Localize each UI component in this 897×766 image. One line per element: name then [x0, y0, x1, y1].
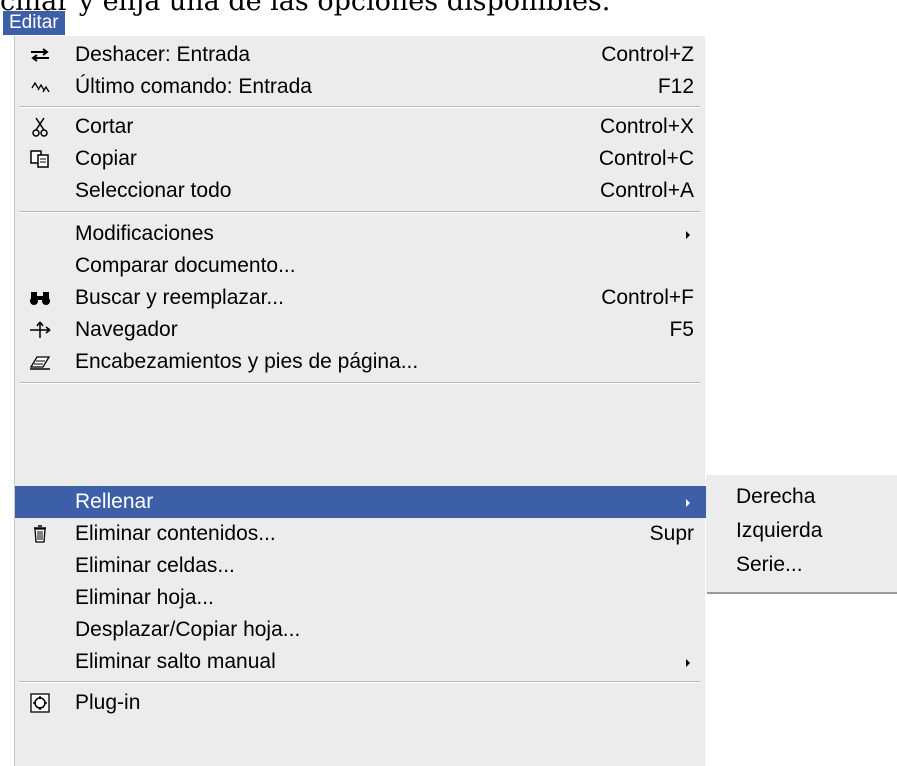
menu-item-copy[interactable]: Copiar Control+C	[15, 143, 706, 175]
menu-item-label: Deshacer: Entrada	[75, 43, 251, 66]
menu-item-undo[interactable]: Deshacer: Entrada Control+Z	[15, 39, 706, 71]
menu-title-editar[interactable]: Editar	[3, 11, 65, 35]
menu-item-select-all[interactable]: Seleccionar todo Control+A	[15, 175, 706, 207]
menu-item-delete-manual-break[interactable]: Eliminar salto manual	[15, 646, 706, 678]
header-footer-icon	[25, 346, 55, 378]
menu-item-shortcut: Supr	[649, 522, 694, 545]
submenu-arrow-icon	[686, 499, 690, 507]
menu-item-plugin[interactable]: Plug-in	[15, 687, 706, 719]
menu-item-move-copy-sheet[interactable]: Desplazar/Copiar hoja...	[15, 614, 706, 646]
menu-item-label: Eliminar hoja...	[75, 586, 214, 609]
plugin-icon	[25, 687, 55, 719]
binoculars-icon	[25, 282, 55, 314]
menu-item-shortcut: F12	[657, 75, 694, 98]
menu-item-label: Comparar documento...	[75, 254, 296, 277]
submenu-arrow-icon	[686, 659, 690, 667]
menu-item-label: Encabezamientos y pies de página...	[75, 350, 419, 373]
menu-separator	[19, 681, 700, 683]
menu-item-shortcut: F5	[669, 318, 694, 341]
menu-item-label: Navegador	[75, 318, 178, 341]
menu-item-shortcut: Control+X	[600, 115, 694, 138]
menu-item-label: Modificaciones	[75, 222, 214, 245]
menu-item-shortcut: Control+Z	[601, 43, 694, 66]
submenu-item-right[interactable]: Derecha	[736, 481, 815, 513]
menu-item-label: Rellenar	[75, 490, 154, 513]
menu-item-compare-document[interactable]: Comparar documento...	[15, 250, 706, 282]
menu-item-navigator[interactable]: Navegador F5	[15, 314, 706, 346]
menu-item-delete-contents[interactable]: Eliminar contenidos... Supr	[15, 518, 706, 550]
menu-item-shortcut: Control+F	[601, 286, 694, 309]
trash-icon	[25, 518, 55, 550]
fill-submenu: Derecha Izquierda Serie...	[706, 475, 897, 592]
menu-item-label: Buscar y reemplazar...	[75, 286, 284, 309]
submenu-item-series[interactable]: Serie...	[736, 549, 803, 581]
submenu-item-left[interactable]: Izquierda	[736, 515, 822, 547]
menu-item-delete-cells[interactable]: Eliminar celdas...	[15, 550, 706, 582]
menu-item-label: Eliminar celdas...	[75, 554, 235, 577]
document-text: cinar y elija una de las opciones dispon…	[0, 0, 611, 17]
navigator-icon	[25, 314, 55, 346]
submenu-arrow-icon	[686, 231, 690, 239]
copy-icon	[25, 143, 55, 175]
menu-item-label: Desplazar/Copiar hoja...	[75, 618, 301, 641]
edit-menu: Deshacer: Entrada Control+Z Último coman…	[14, 36, 706, 766]
menu-item-modifications[interactable]: Modificaciones	[15, 218, 706, 250]
menu-item-fill[interactable]: Rellenar	[15, 486, 706, 518]
repeat-icon	[25, 71, 55, 103]
menu-item-label: Eliminar contenidos...	[75, 522, 276, 545]
menu-item-cut[interactable]: Cortar Control+X	[15, 111, 706, 143]
menu-separator	[19, 382, 700, 384]
undo-icon	[25, 39, 55, 71]
menu-item-delete-sheet[interactable]: Eliminar hoja...	[15, 582, 706, 614]
menu-item-label: Seleccionar todo	[75, 179, 232, 202]
menu-item-shortcut: Control+A	[600, 179, 694, 202]
menu-item-find-replace[interactable]: Buscar y reemplazar... Control+F	[15, 282, 706, 314]
menu-item-last-command[interactable]: Último comando: Entrada F12	[15, 71, 706, 103]
menu-separator	[19, 106, 700, 108]
menu-item-label: Eliminar salto manual	[75, 650, 276, 673]
scissors-icon	[25, 111, 55, 143]
menu-item-shortcut: Control+C	[598, 147, 694, 170]
menu-item-headers-footers[interactable]: Encabezamientos y pies de página...	[15, 346, 706, 378]
menu-item-label: Plug-in	[75, 691, 141, 714]
menu-item-label: Copiar	[75, 147, 137, 170]
menu-separator	[19, 211, 700, 213]
menu-item-label: Último comando: Entrada	[75, 75, 312, 98]
menu-item-label: Cortar	[75, 115, 134, 138]
